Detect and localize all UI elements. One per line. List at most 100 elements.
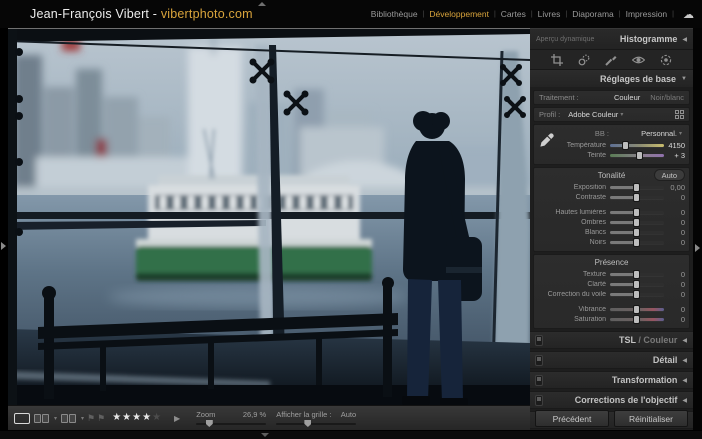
profile-browser-icon[interactable] (675, 110, 684, 119)
auto-tone-button[interactable]: Auto (654, 169, 685, 181)
slider-handle[interactable] (633, 305, 640, 314)
slider-track[interactable] (610, 154, 664, 157)
rating-star-2[interactable]: ★ (122, 412, 132, 423)
radial-filter-tool-icon[interactable] (660, 54, 672, 66)
reject-flag-icon[interactable]: ⚑ (97, 413, 105, 424)
slider-track[interactable] (610, 196, 664, 199)
rating-star-3[interactable]: ★ (132, 412, 142, 423)
rating-star-5[interactable]: ★ (152, 412, 162, 423)
slider-label: Vibrance (536, 306, 606, 313)
panel-header-de-tail[interactable]: Détail◀ (530, 351, 693, 369)
wb-preset-value[interactable]: Personnal. (641, 129, 677, 138)
slider-handle[interactable] (633, 270, 640, 279)
menu-item-impression[interactable]: Impression (626, 9, 668, 19)
presence-title: Présence (595, 258, 629, 267)
redeye-tool-icon[interactable] (632, 54, 645, 66)
panel-title: Corrections de l'objectif (543, 395, 677, 405)
menu-item-bibliotheque[interactable]: Bibliothèque (371, 9, 418, 19)
panel-enable-toggle[interactable] (535, 335, 543, 346)
menu-item-developpement[interactable]: Développement (429, 9, 489, 19)
rating-star-1[interactable]: ★ (112, 412, 122, 423)
sync-cloud-icon[interactable]: ☁ (683, 8, 694, 21)
panel-collapse-arrow-icon: ◀ (682, 377, 687, 384)
heal-tool-icon[interactable] (578, 54, 590, 66)
brush-tool-icon[interactable] (605, 54, 617, 66)
collapse-top-panel-arrow-icon[interactable] (258, 2, 266, 6)
crop-tool-icon[interactable] (551, 54, 563, 66)
right-panel-edge[interactable] (693, 28, 702, 430)
zoom-slider[interactable] (196, 423, 266, 425)
treatment-color-option[interactable]: Couleur (614, 93, 640, 102)
panel-header-corrections-de-l-objectif[interactable]: Corrections de l'objectif◀ (530, 391, 693, 409)
expand-left-panel-arrow-icon[interactable] (1, 242, 6, 250)
slider-track[interactable] (610, 318, 664, 321)
slider-handle[interactable] (633, 238, 640, 247)
panel-header-transformation[interactable]: Transformation◀ (530, 371, 693, 389)
slider-handle[interactable] (633, 280, 640, 289)
basic-expand-arrow-icon: ▼ (681, 76, 687, 82)
left-panel-collapsed-edge[interactable] (0, 28, 8, 430)
play-slideshow-icon[interactable]: ▶ (174, 414, 180, 423)
filmstrip-collapsed[interactable] (0, 430, 702, 439)
slider-row-teinte: Teinte+ 3 (534, 150, 689, 160)
slider-label: Exposition (536, 184, 606, 191)
loupe-view-button[interactable] (14, 413, 30, 424)
slider-handle[interactable] (633, 183, 640, 192)
wb-eyedropper-icon[interactable] (539, 132, 555, 153)
smart-preview-label: Aperçu dynamique (536, 36, 620, 43)
view-mode-dropdown-icon[interactable]: ▾ (81, 415, 84, 422)
treatment-bw-option[interactable]: Noir/blanc (650, 93, 684, 102)
slider-handle[interactable] (633, 208, 640, 217)
slider-handle[interactable] (633, 290, 640, 299)
pick-flag-icon[interactable]: ⚑ (87, 413, 95, 424)
slider-handle[interactable] (636, 151, 643, 160)
slider-handle[interactable] (633, 228, 640, 237)
star-rating[interactable]: ★★★★★ (112, 413, 162, 423)
menu-item-cartes[interactable]: Cartes (501, 9, 526, 19)
histogram-panel-header[interactable]: Aperçu dynamique Histogramme ◀ (530, 29, 693, 49)
collapse-right-panel-arrow-icon[interactable] (695, 244, 700, 252)
menu-separator: | (531, 11, 533, 18)
grid-opacity-slider[interactable] (276, 423, 356, 425)
expand-filmstrip-arrow-icon[interactable] (261, 433, 269, 437)
slider-row-hautes-lumie-res: Hautes lumières0 (534, 207, 689, 217)
previous-button[interactable]: Précédent (535, 410, 609, 427)
slider-handle[interactable] (633, 218, 640, 227)
menu-item-diaporama[interactable]: Diaporama (572, 9, 614, 19)
slider-track[interactable] (610, 241, 664, 244)
panel-enable-toggle[interactable] (535, 395, 543, 406)
develop-toolbar: ▾ ▾ ⚑ ⚑ ★★★★★ ▶ Zoom26,9 % Afficher la g… (8, 405, 530, 430)
rating-star-4[interactable]: ★ (142, 412, 152, 423)
slider-value: 0 (668, 218, 685, 227)
photo-canvas[interactable] (8, 28, 530, 405)
slider-track[interactable] (610, 186, 664, 189)
slider-track[interactable] (610, 308, 664, 311)
slider-value: + 3 (668, 151, 685, 160)
profile-value[interactable]: Adobe Couleur (568, 110, 618, 119)
slider-row-correction-du-voile: Correction du voile0 (534, 289, 689, 299)
before-after-topbottom-button[interactable] (61, 414, 77, 423)
identity-plate[interactable]: Jean-François Vibert - vibertphoto.com (30, 7, 253, 21)
slider-label: Texture (536, 271, 606, 278)
slider-handle[interactable] (633, 315, 640, 324)
slider-handle[interactable] (633, 193, 640, 202)
panel-header-tsl[interactable]: TSL / Couleur◀ (530, 331, 693, 349)
slider-track[interactable] (610, 221, 664, 224)
before-after-leftright-button[interactable] (34, 414, 50, 423)
reset-button[interactable]: Réinitialiser (614, 410, 688, 427)
slider-track[interactable] (610, 144, 664, 147)
menu-item-livres[interactable]: Livres (538, 9, 561, 19)
slider-track[interactable] (610, 231, 664, 234)
slider-track[interactable] (610, 211, 664, 214)
slider-track[interactable] (610, 293, 664, 296)
panel-enable-toggle[interactable] (535, 375, 543, 386)
slider-row-tempe-rature: Température4150 (534, 140, 689, 150)
slider-track[interactable] (610, 273, 664, 276)
slider-handle[interactable] (622, 141, 629, 150)
basic-panel-header[interactable]: Réglages de base ▼ (530, 70, 693, 87)
slider-track[interactable] (610, 283, 664, 286)
before-after-dropdown-icon[interactable]: ▾ (54, 415, 57, 422)
slider-row-clarte-: Clarté0 (534, 279, 689, 289)
panel-enable-toggle[interactable] (535, 355, 543, 366)
slider-row-blancs: Blancs0 (534, 227, 689, 237)
